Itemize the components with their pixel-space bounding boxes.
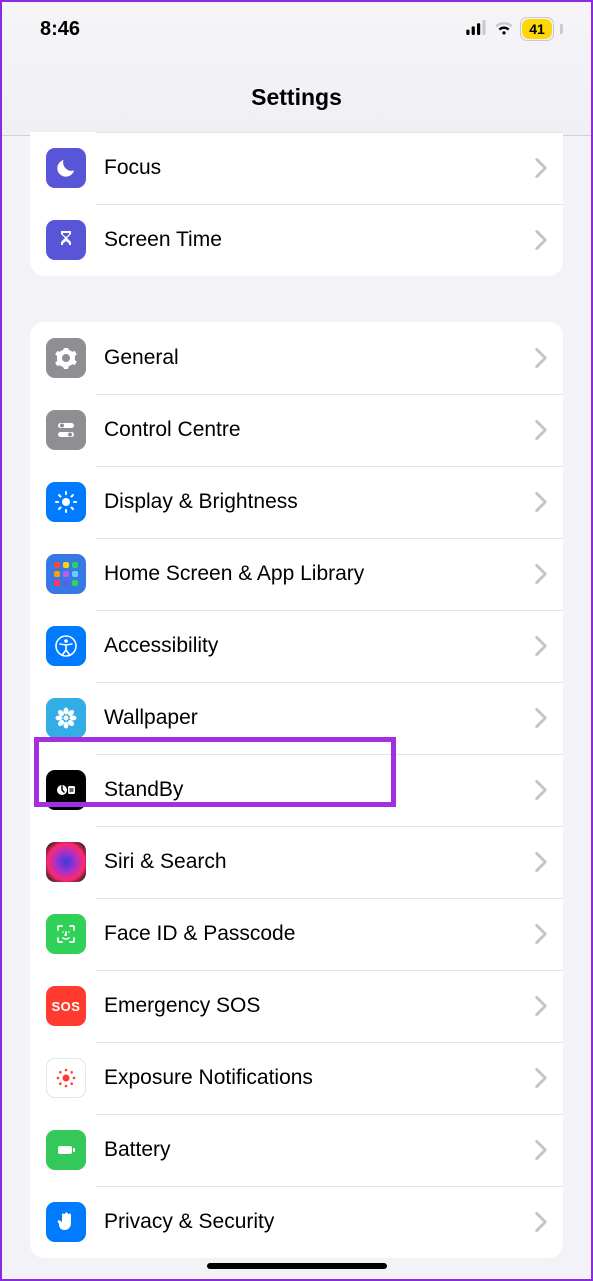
row-label: StandBy: [104, 778, 535, 802]
sos-icon: SOS: [46, 986, 86, 1026]
row-label: Screen Time: [104, 228, 535, 252]
hand-icon: [46, 1202, 86, 1242]
page-title: Settings: [2, 56, 591, 136]
chevron-right-icon: [535, 420, 547, 440]
wifi-icon: [494, 18, 514, 41]
gear-icon: [46, 338, 86, 378]
toggles-icon: [46, 410, 86, 450]
row-privacy-security[interactable]: Privacy & Security: [30, 1186, 563, 1258]
chevron-right-icon: [535, 348, 547, 368]
row-label: Battery: [104, 1138, 535, 1162]
accessibility-icon: [46, 626, 86, 666]
row-label: Home Screen & App Library: [104, 562, 535, 586]
moon-icon: [46, 148, 86, 188]
chevron-right-icon: [535, 158, 547, 178]
app-grid-icon: [46, 554, 86, 594]
chevron-right-icon: [535, 492, 547, 512]
row-control-centre[interactable]: Control Centre: [30, 394, 563, 466]
row-label: Control Centre: [104, 418, 535, 442]
battery-icon: 41: [520, 17, 554, 41]
row-face-id[interactable]: Face ID & Passcode: [30, 898, 563, 970]
standby-icon: [46, 770, 86, 810]
row-battery[interactable]: Battery: [30, 1114, 563, 1186]
face-id-icon: [46, 914, 86, 954]
row-label: Wallpaper: [104, 706, 535, 730]
settings-group-focus: Focus Screen Time: [30, 132, 563, 276]
home-indicator[interactable]: [207, 1263, 387, 1269]
chevron-right-icon: [535, 564, 547, 584]
flower-icon: [46, 698, 86, 738]
battery-row-icon: [46, 1130, 86, 1170]
chevron-right-icon: [535, 636, 547, 656]
row-wallpaper[interactable]: Wallpaper: [30, 682, 563, 754]
row-label: Accessibility: [104, 634, 535, 658]
row-label: Display & Brightness: [104, 490, 535, 514]
battery-tip-icon: [560, 24, 563, 34]
chevron-right-icon: [535, 708, 547, 728]
row-general[interactable]: General: [30, 322, 563, 394]
chevron-right-icon: [535, 1212, 547, 1232]
battery-level: 41: [522, 19, 552, 39]
row-label: Siri & Search: [104, 850, 535, 874]
row-label: Privacy & Security: [104, 1210, 535, 1234]
exposure-icon: [46, 1058, 86, 1098]
status-time: 8:46: [40, 18, 80, 41]
row-display-brightness[interactable]: Display & Brightness: [30, 466, 563, 538]
chevron-right-icon: [535, 230, 547, 250]
hourglass-icon: [46, 220, 86, 260]
row-home-screen[interactable]: Home Screen & App Library: [30, 538, 563, 610]
sun-icon: [46, 482, 86, 522]
settings-scroll[interactable]: Focus Screen Time General Control Centre: [2, 132, 591, 1279]
row-label: General: [104, 346, 535, 370]
chevron-right-icon: [535, 924, 547, 944]
status-right: 41: [466, 17, 563, 41]
row-label: Emergency SOS: [104, 994, 535, 1018]
row-accessibility[interactable]: Accessibility: [30, 610, 563, 682]
chevron-right-icon: [535, 780, 547, 800]
settings-group-main: General Control Centre Display & Brightn…: [30, 322, 563, 1258]
row-focus[interactable]: Focus: [30, 132, 563, 204]
siri-icon: [46, 842, 86, 882]
row-screen-time[interactable]: Screen Time: [30, 204, 563, 276]
row-emergency-sos[interactable]: SOS Emergency SOS: [30, 970, 563, 1042]
status-bar: 8:46 41: [2, 2, 591, 56]
row-exposure-notifications[interactable]: Exposure Notifications: [30, 1042, 563, 1114]
row-label: Face ID & Passcode: [104, 922, 535, 946]
row-label: Exposure Notifications: [104, 1066, 535, 1090]
chevron-right-icon: [535, 996, 547, 1016]
chevron-right-icon: [535, 852, 547, 872]
row-siri-search[interactable]: Siri & Search: [30, 826, 563, 898]
row-label: Focus: [104, 156, 535, 180]
chevron-right-icon: [535, 1068, 547, 1088]
cellular-icon: [466, 18, 488, 41]
row-standby[interactable]: StandBy: [30, 754, 563, 826]
chevron-right-icon: [535, 1140, 547, 1160]
